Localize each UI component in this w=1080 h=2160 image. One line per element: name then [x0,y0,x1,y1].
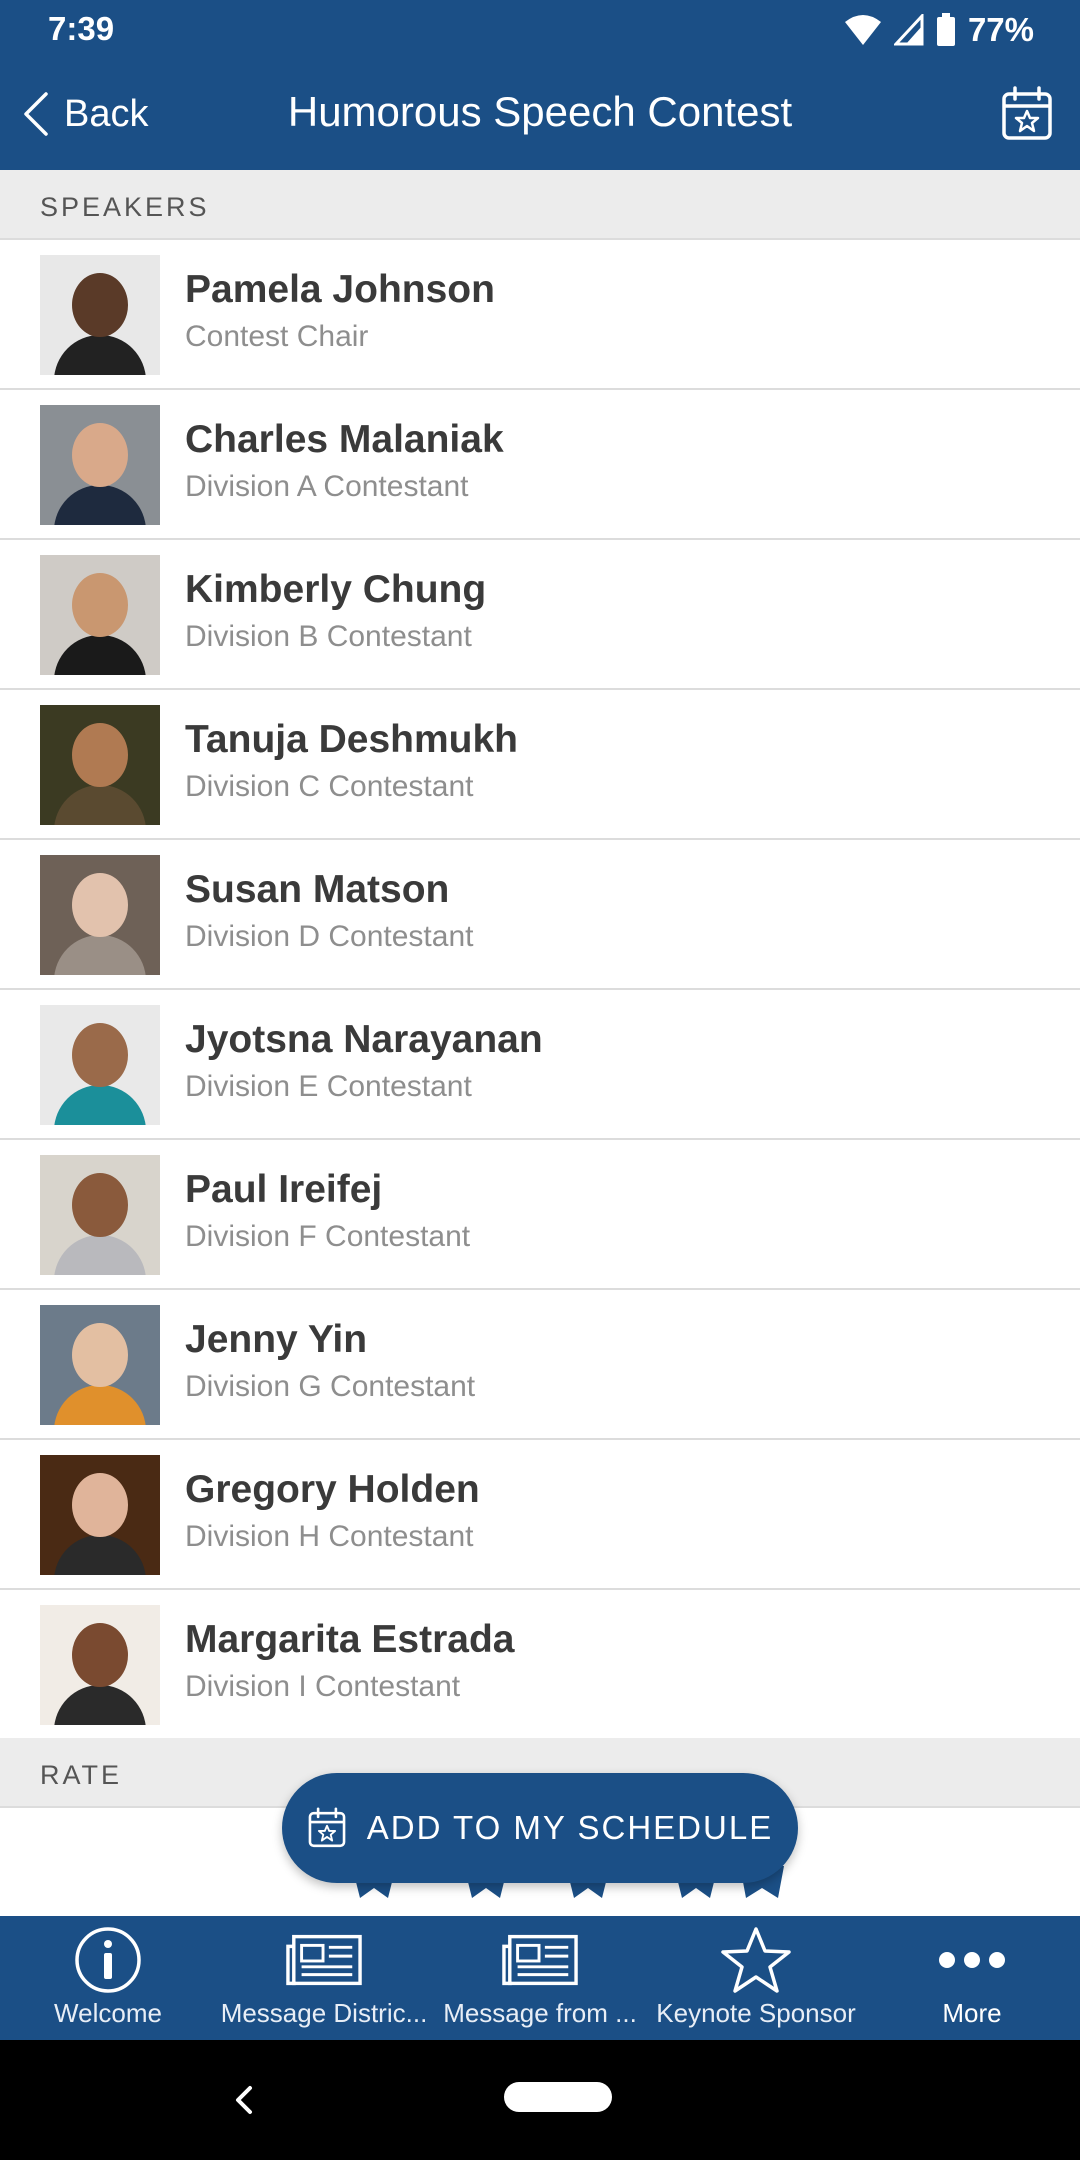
speaker-role: Division G Contestant [185,1370,476,1403]
tab-label: Message from ... [443,1998,637,2028]
add-to-schedule-button[interactable]: ADD TO MY SCHEDULE [282,1773,798,1883]
avatar [40,1455,160,1575]
speaker-name: Susan Matson [185,868,450,911]
page-title: Humorous Speech Contest [287,88,793,135]
avatar [40,1155,160,1275]
tab-more[interactable]: More [864,1916,1080,2040]
speaker-name: Paul Ireifej [185,1168,383,1211]
avatar [40,1005,160,1125]
avatar [40,705,160,825]
speaker-row[interactable]: Paul Ireifej Division F Contestant [0,1140,1080,1290]
tab-label: Welcome [54,1998,162,2028]
speaker-row[interactable]: Susan Matson Division D Contestant [0,840,1080,990]
app-bar: Back Humorous Speech Contest [0,58,1080,170]
speaker-role: Contest Chair [185,320,369,353]
section-title: SPEAKERS [40,192,210,222]
speaker-list: Pamela Johnson Contest Chair Charles Mal… [0,240,1080,1740]
speaker-row[interactable]: Charles Malaniak Division A Contestant [0,390,1080,540]
tab-message-from[interactable]: Message from ... [432,1916,648,2040]
speaker-role: Division A Contestant [185,470,469,503]
avatar [40,555,160,675]
tab-label: Keynote Sponsor [656,1998,856,2028]
section-header-speakers: SPEAKERS [0,170,1080,240]
avatar [40,1305,160,1425]
bottom-tab-bar: Welcome Message Distric... Message from … [0,1916,1080,2040]
speaker-name: Tanuja Deshmukh [185,718,519,761]
avatar [40,1605,160,1725]
speaker-row[interactable]: Pamela Johnson Contest Chair [0,240,1080,390]
newspaper-icon [502,1926,578,1994]
avatar [40,405,160,525]
speaker-name: Jyotsna Narayanan [185,1018,543,1061]
speaker-row[interactable]: Tanuja Deshmukh Division C Contestant [0,690,1080,840]
add-to-schedule-label: ADD TO MY SCHEDULE [366,1809,774,1846]
status-time: 7:39 [48,10,115,47]
tab-label: Message Distric... [220,1998,428,2028]
wifi-icon [844,15,881,45]
speaker-name: Charles Malaniak [185,418,504,461]
tab-label: More [942,1998,1002,2028]
speaker-name: Margarita Estrada [185,1618,515,1661]
add-to-schedule-icon-button[interactable] [1000,86,1054,142]
speaker-role: Division D Contestant [185,920,474,953]
tab-welcome[interactable]: Welcome [0,1916,216,2040]
system-back-icon[interactable] [222,2078,266,2122]
calendar-star-icon [308,1807,346,1848]
calendar-star-icon [1002,86,1052,140]
status-bar: 7:39 77% [0,0,1080,58]
more-icon [934,1926,1010,1994]
speaker-row[interactable]: Jenny Yin Division G Contestant [0,1290,1080,1440]
speaker-role: Division F Contestant [185,1220,471,1253]
speaker-name: Gregory Holden [185,1468,480,1511]
avatar [40,255,160,375]
system-home-pill[interactable] [504,2082,612,2112]
status-icons: 77% [844,10,1034,50]
speaker-name: Jenny Yin [185,1318,368,1361]
section-title: RATE [40,1760,123,1790]
avatar [40,855,160,975]
speaker-role: Division H Contestant [185,1520,474,1553]
system-nav-bar [0,2040,1080,2160]
speaker-role: Division I Contestant [185,1670,461,1703]
speaker-role: Division B Contestant [185,620,472,653]
speaker-name: Pamela Johnson [185,268,495,311]
cell-signal-icon [893,14,924,46]
speaker-row[interactable]: Jyotsna Narayanan Division E Contestant [0,990,1080,1140]
tab-keynote-sponsor[interactable]: Keynote Sponsor [648,1916,864,2040]
tab-message-district[interactable]: Message Distric... [216,1916,432,2040]
speaker-row[interactable]: Gregory Holden Division H Contestant [0,1440,1080,1590]
battery-percent: 77% [967,11,1034,48]
speaker-role: Division E Contestant [185,1070,472,1103]
speaker-name: Kimberly Chung [185,568,487,611]
star-icon [718,1926,794,1994]
battery-icon [936,13,955,46]
speaker-role: Division C Contestant [185,770,474,803]
info-icon [70,1926,146,1994]
speaker-row[interactable]: Kimberly Chung Division B Contestant [0,540,1080,690]
speaker-row[interactable]: Margarita Estrada Division I Contestant [0,1590,1080,1740]
newspaper-icon [286,1926,362,1994]
